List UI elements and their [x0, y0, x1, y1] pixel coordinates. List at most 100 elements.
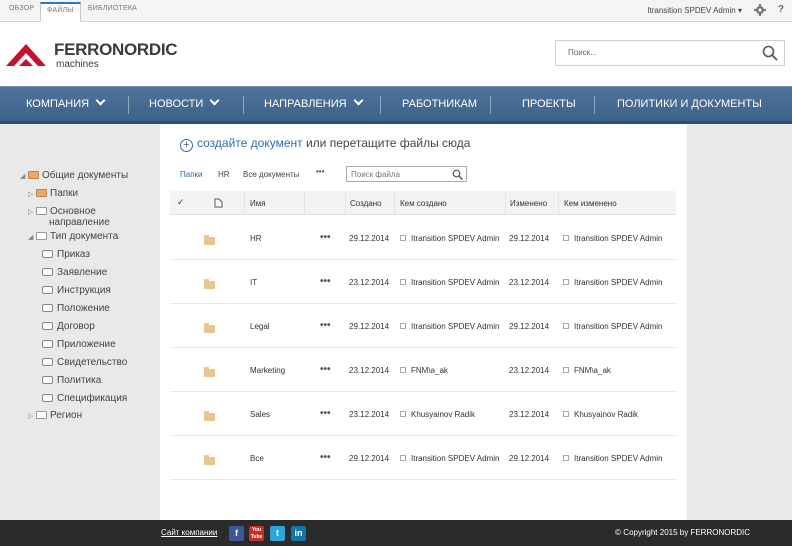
tree-type-label: Спецификация — [57, 393, 128, 404]
table-row[interactable]: Все ••• 29.12.2014 Itransition SPDEV Adm… — [170, 436, 676, 480]
row-modified-by[interactable]: Itransition SPDEV Admin — [563, 322, 662, 331]
linkedin-icon[interactable]: in — [291, 526, 306, 541]
row-name[interactable]: Marketing — [250, 366, 285, 375]
row-created-by[interactable]: Itransition SPDEV Admin — [400, 322, 499, 331]
view-folders[interactable]: Папки — [180, 170, 203, 179]
column-created-by[interactable]: Кем создано — [400, 199, 447, 208]
table-row[interactable]: HR ••• 29.12.2014 Itransition SPDEV Admi… — [170, 216, 676, 260]
tree-root[interactable]: ◢ Общие документы — [20, 170, 128, 181]
help-icon[interactable]: ? — [778, 4, 784, 15]
logo[interactable]: FERRONORDIC machines — [6, 40, 186, 72]
tree-type-item[interactable]: Спецификация — [42, 393, 127, 404]
add-circle-icon[interactable]: + — [180, 139, 193, 152]
nav-projects[interactable]: ПРОЕКТЫ — [522, 87, 576, 122]
tree-type-label: Свидетельство — [57, 357, 128, 368]
nav-news[interactable]: НОВОСТИ — [149, 87, 220, 122]
collapse-arrow-icon[interactable]: ▷ — [28, 412, 36, 420]
site-search-input[interactable]: Поиск... — [555, 40, 785, 66]
row-created-by[interactable]: Itransition SPDEV Admin — [400, 454, 499, 463]
nav-company[interactable]: КОМПАНИЯ — [26, 87, 106, 122]
collapse-arrow-icon[interactable]: ▷ — [28, 190, 36, 198]
tree-type-item[interactable]: Политика — [42, 375, 101, 386]
tab-library[interactable]: БИБЛИОТЕКА — [88, 5, 137, 12]
tab-files[interactable]: ФАЙЛЫ — [40, 2, 81, 22]
table-row[interactable]: Legal ••• 29.12.2014 Itransition SPDEV A… — [170, 304, 676, 348]
row-created-by[interactable]: Khusyainov Radik — [400, 410, 475, 419]
tree-type-label: Приложение — [57, 339, 116, 350]
view-hr[interactable]: HR — [218, 170, 230, 179]
views-more-button[interactable]: ••• — [316, 167, 324, 176]
tree-type-item[interactable]: Свидетельство — [42, 357, 127, 368]
tree-type-item[interactable]: Приложение — [42, 339, 116, 350]
column-name[interactable]: Имя — [250, 199, 266, 208]
row-name[interactable]: Sales — [250, 410, 270, 419]
row-menu-button[interactable]: ••• — [320, 364, 331, 375]
nav-employees[interactable]: РАБОТНИКАМ — [402, 87, 477, 122]
company-site-link[interactable]: Сайт компании — [161, 528, 217, 537]
nav-directions[interactable]: НАПРАВЛЕНИЯ — [264, 87, 364, 122]
youtube-icon[interactable]: You Tube — [249, 526, 264, 541]
row-modified-by-label: Itransition SPDEV Admin — [574, 454, 663, 463]
file-search-placeholder: Поиск файла — [351, 170, 401, 179]
folder-icon — [36, 232, 47, 240]
row-modified-by[interactable]: FNM\a_ak — [563, 366, 611, 375]
row-name[interactable]: HR — [250, 234, 262, 243]
chevron-down-icon — [353, 95, 364, 106]
column-modified[interactable]: Изменено — [510, 199, 547, 208]
column-created[interactable]: Создано — [350, 199, 382, 208]
row-name[interactable]: Все — [250, 454, 264, 463]
tree-type-item[interactable]: Заявление — [42, 267, 107, 278]
facebook-icon[interactable]: f — [229, 526, 244, 541]
gear-icon[interactable] — [754, 4, 766, 16]
tree-type-item[interactable]: Договор — [42, 321, 95, 332]
logo-mark-icon — [6, 44, 46, 66]
row-modified-by[interactable]: Itransition SPDEV Admin — [563, 234, 662, 243]
row-modified: 29.12.2014 — [509, 454, 550, 463]
table-row[interactable]: Sales ••• 23.12.2014 Khusyainov Radik 23… — [170, 392, 676, 436]
row-name[interactable]: Legal — [250, 322, 270, 331]
table-header: ✓ Имя Создано Кем создано Изменено Кем и… — [170, 191, 676, 215]
collapse-arrow-icon[interactable]: ▷ — [28, 208, 36, 216]
nav-policies[interactable]: ПОЛИТИКИ И ДОКУМЕНТЫ — [617, 87, 762, 122]
create-document-link[interactable]: создайте документ — [197, 136, 303, 150]
search-icon[interactable] — [762, 45, 778, 61]
row-created-by[interactable]: Itransition SPDEV Admin — [400, 278, 499, 287]
row-created-by[interactable]: FNM\a_ak — [400, 366, 448, 375]
row-menu-button[interactable]: ••• — [320, 320, 331, 331]
select-all-checkbox[interactable]: ✓ — [177, 197, 185, 208]
row-name[interactable]: IT — [250, 278, 257, 287]
expand-arrow-icon[interactable]: ◢ — [20, 172, 28, 180]
row-menu-button[interactable]: ••• — [320, 408, 331, 419]
row-modified-by[interactable]: Itransition SPDEV Admin — [563, 278, 662, 287]
tree-type-item[interactable]: Приказ — [42, 249, 90, 260]
row-menu-button[interactable]: ••• — [320, 276, 331, 287]
search-icon[interactable] — [452, 169, 463, 180]
expand-arrow-icon[interactable]: ◢ — [28, 233, 36, 241]
user-menu[interactable]: Itransition SPDEV Admin ▾ — [647, 6, 742, 15]
tree-folders[interactable]: ▷ Папки — [28, 188, 78, 199]
row-created: 29.12.2014 — [349, 322, 390, 331]
tree-type-item[interactable]: Инструкция — [42, 285, 111, 296]
tab-overview[interactable]: ОБЗОР — [9, 5, 34, 12]
row-menu-button[interactable]: ••• — [320, 452, 331, 463]
row-modified-by[interactable]: Itransition SPDEV Admin — [563, 454, 662, 463]
tree-direction[interactable]: ▷ Основное — [28, 206, 96, 217]
presence-icon — [400, 367, 406, 373]
row-menu-button[interactable]: ••• — [320, 232, 331, 243]
row-created-by[interactable]: Itransition SPDEV Admin — [400, 234, 499, 243]
nav-company-label: КОМПАНИЯ — [26, 98, 90, 110]
right-panel — [687, 124, 792, 520]
table-row[interactable]: Marketing ••• 23.12.2014 FNM\a_ak 23.12.… — [170, 348, 676, 392]
folder-icon — [204, 323, 215, 333]
view-all-documents[interactable]: Все документы — [243, 170, 299, 179]
column-modified-by[interactable]: Кем изменено — [564, 199, 617, 208]
row-modified-by[interactable]: Khusyainov Radik — [563, 410, 638, 419]
twitter-icon[interactable]: t — [270, 526, 285, 541]
table-row[interactable]: IT ••• 23.12.2014 Itransition SPDEV Admi… — [170, 260, 676, 304]
presence-icon — [400, 279, 406, 285]
left-sidebar: ◢ Общие документы ▷ Папки ▷ Основное направ… — [0, 124, 160, 520]
tree-region[interactable]: ▷ Регион — [28, 410, 82, 421]
tree-doctype[interactable]: ◢ Тип документа — [28, 231, 118, 242]
tree-type-item[interactable]: Положение — [42, 303, 110, 314]
file-search-input[interactable]: Поиск файла — [346, 166, 467, 182]
